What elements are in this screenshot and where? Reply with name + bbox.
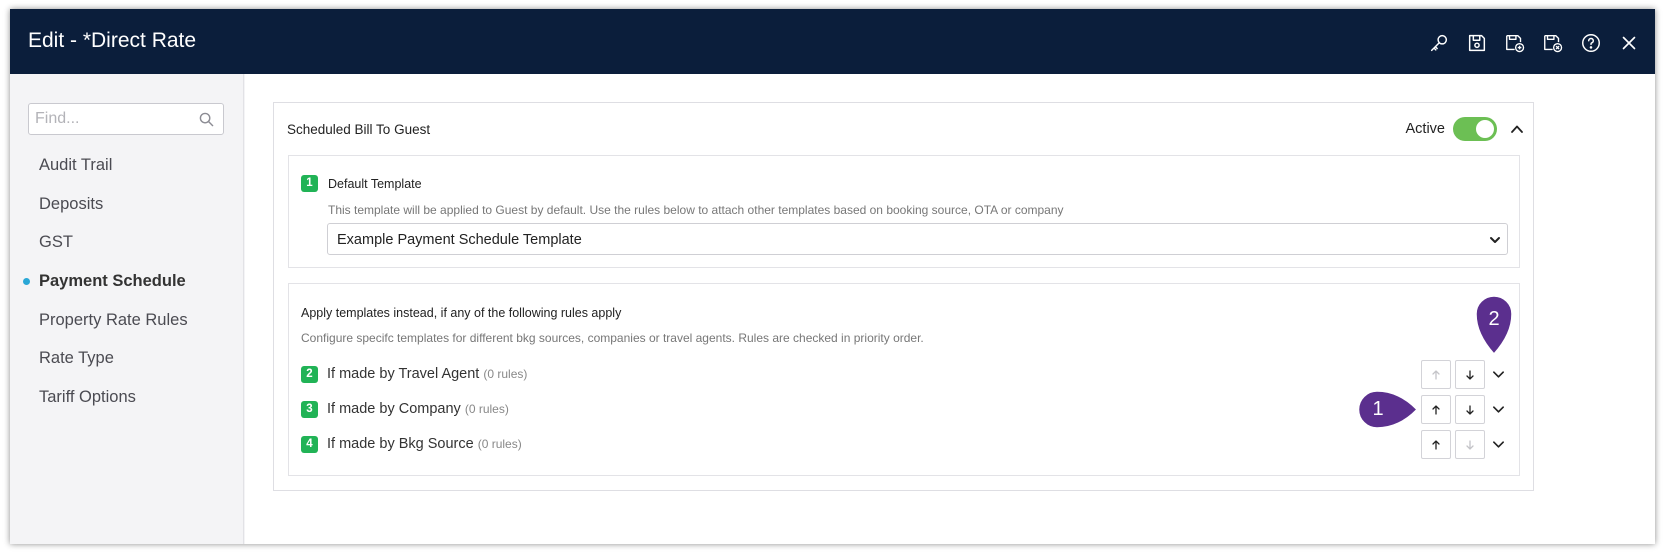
key-icon[interactable] xyxy=(1427,31,1451,55)
arrow-down-icon xyxy=(1466,369,1474,380)
rule-actions xyxy=(1417,360,1509,389)
rule-actions xyxy=(1417,430,1509,459)
move-down-button[interactable] xyxy=(1455,360,1485,389)
step-number-badge: 1 xyxy=(301,175,318,192)
step-number-badge: 2 xyxy=(301,366,318,383)
chevron-down-icon[interactable] xyxy=(1487,360,1509,389)
move-up-button[interactable] xyxy=(1421,430,1451,459)
rules-description: Configure specifc templates for differen… xyxy=(301,331,924,345)
step-number-badge: 3 xyxy=(301,401,318,418)
arrow-up-icon xyxy=(1432,439,1440,450)
active-indicator-dot xyxy=(23,278,30,286)
scheduled-bill-card: Scheduled Bill To Guest Active 1 Default… xyxy=(273,102,1534,491)
arrow-up-icon xyxy=(1432,404,1440,415)
rule-label: If made by Bkg Source (0 rules) xyxy=(327,436,522,452)
sidebar-item-deposits[interactable]: Deposits xyxy=(10,185,243,224)
template-select[interactable]: Example Payment Schedule Template xyxy=(327,223,1508,255)
rule-label: If made by Travel Agent (0 rules) xyxy=(327,366,527,382)
card-title: Scheduled Bill To Guest xyxy=(287,122,431,137)
move-up-button[interactable] xyxy=(1421,360,1451,389)
sidebar-item-label: Deposits xyxy=(39,194,104,213)
default-template-section: 1 Default Template This template will be… xyxy=(288,155,1520,268)
move-down-button[interactable] xyxy=(1455,395,1485,424)
sidebar-item-property-rate-rules[interactable]: Property Rate Rules xyxy=(10,301,243,340)
sidebar-item-rate-type[interactable]: Rate Type xyxy=(10,339,243,378)
rule-count: (0 rules) xyxy=(477,437,522,451)
rule-label-text: If made by Company xyxy=(327,401,461,417)
sidebar-item-audit-trail[interactable]: Audit Trail xyxy=(10,146,243,185)
default-template-description: This template will be applied to Guest b… xyxy=(328,203,1064,217)
active-toggle[interactable] xyxy=(1453,117,1497,141)
save-icon[interactable] xyxy=(1465,31,1489,55)
template-select-value: Example Payment Schedule Template xyxy=(337,232,582,248)
save-and-new-icon[interactable] xyxy=(1503,31,1527,55)
active-control: Active xyxy=(1406,117,1534,141)
save-and-close-icon[interactable] xyxy=(1541,31,1565,55)
rule-actions xyxy=(1417,395,1509,424)
step-number-badge: 4 xyxy=(301,436,318,453)
sidebar-item-label: Audit Trail xyxy=(39,156,113,174)
active-label: Active xyxy=(1405,121,1446,137)
marker-label: 2 xyxy=(1488,308,1500,330)
main-content: Scheduled Bill To Guest Active 1 Default… xyxy=(245,74,1655,544)
sidebar: Audit Trail Deposits GST Payment Schedul… xyxy=(10,74,244,544)
sidebar-item-gst[interactable]: GST xyxy=(10,223,243,262)
annotation-marker-2: 2 xyxy=(1474,294,1514,356)
chevron-down-icon xyxy=(1490,237,1500,243)
arrow-up-icon xyxy=(1432,369,1440,380)
title-bar: Edit - *Direct Rate xyxy=(10,9,1655,74)
rule-label-text: If made by Bkg Source xyxy=(327,436,474,452)
default-template-heading: Default Template xyxy=(328,177,422,191)
edit-window: Edit - *Direct Rate Find... Audit Trail … xyxy=(10,9,1655,544)
rule-label: If made by Company (0 rules) xyxy=(327,401,509,417)
sidebar-item-label: Tariff Options xyxy=(39,388,136,407)
help-icon[interactable] xyxy=(1579,31,1603,55)
move-up-button[interactable] xyxy=(1421,395,1451,424)
sidebar-item-label: Payment Schedule xyxy=(39,272,186,291)
sidebar-item-label: Property Rate Rules xyxy=(39,310,188,329)
rule-label-text: If made by Travel Agent xyxy=(327,366,480,382)
sidebar-nav: Audit Trail Deposits GST Payment Schedul… xyxy=(10,146,243,417)
rules-section: Apply templates instead, if any of the f… xyxy=(288,283,1520,476)
sidebar-item-tariff-options[interactable]: Tariff Options xyxy=(10,378,243,417)
title-bar-actions xyxy=(1427,31,1641,55)
rules-heading: Apply templates instead, if any of the f… xyxy=(301,306,622,320)
arrow-down-icon xyxy=(1466,404,1474,415)
toggle-knob xyxy=(1476,120,1494,138)
marker-label: 1 xyxy=(1372,398,1384,420)
move-down-button[interactable] xyxy=(1455,430,1485,459)
rule-count: (0 rules) xyxy=(483,367,528,381)
search-icon[interactable] xyxy=(199,112,214,127)
close-icon[interactable] xyxy=(1617,31,1641,55)
chevron-up-icon[interactable] xyxy=(1505,117,1529,141)
arrow-down-icon xyxy=(1466,439,1474,450)
rule-row-travel-agent: 2 If made by Travel Agent (0 rules) xyxy=(301,360,1509,390)
annotation-marker-1: 1 xyxy=(1355,389,1419,431)
card-header: Scheduled Bill To Guest Active xyxy=(274,103,1533,155)
chevron-down-icon[interactable] xyxy=(1487,430,1509,459)
find-input[interactable] xyxy=(29,104,189,134)
rule-row-company: 3 If made by Company (0 rules) xyxy=(301,395,1509,425)
rule-count: (0 rules) xyxy=(464,402,509,416)
sidebar-item-payment-schedule[interactable]: Payment Schedule xyxy=(10,262,243,301)
sidebar-item-label: GST xyxy=(39,233,73,252)
chevron-down-icon[interactable] xyxy=(1487,395,1509,424)
rule-row-bkg-source: 4 If made by Bkg Source (0 rules) xyxy=(301,430,1509,460)
sidebar-item-label: Rate Type xyxy=(39,349,114,368)
find-box xyxy=(28,103,224,135)
window-title: Edit - *Direct Rate xyxy=(28,29,197,52)
